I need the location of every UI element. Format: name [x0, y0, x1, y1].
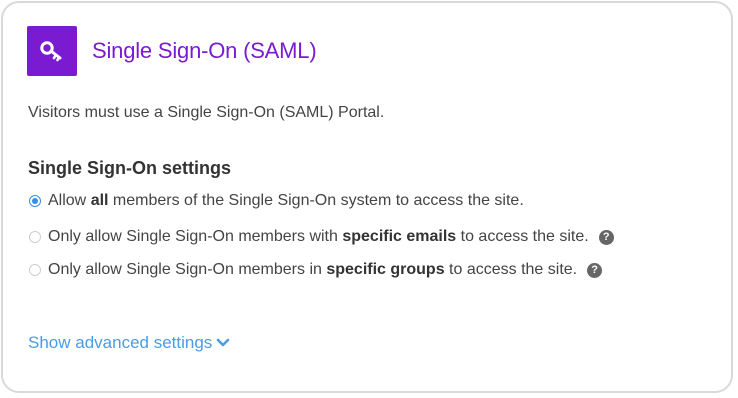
option-label: Only allow Single Sign-On members with s…	[48, 228, 589, 245]
show-advanced-settings-link[interactable]: Show advanced settings	[28, 333, 230, 353]
option-specific-emails[interactable]: Only allow Single Sign-On members with s…	[29, 228, 614, 246]
help-icon[interactable]: ?	[587, 262, 603, 278]
chevron-down-icon	[216, 338, 230, 348]
radio-specific-emails[interactable]	[29, 231, 41, 243]
sso-settings-card: Single Sign-On (SAML) Visitors must use …	[1, 1, 733, 393]
help-icon[interactable]: ?	[598, 229, 614, 245]
option-label: Allow all members of the Single Sign-On …	[48, 192, 524, 209]
radio-specific-groups[interactable]	[29, 264, 41, 276]
option-specific-groups[interactable]: Only allow Single Sign-On members in spe…	[29, 261, 603, 279]
settings-heading: Single Sign-On settings	[28, 158, 232, 178]
description-text: Visitors must use a Single Sign-On (SAML…	[28, 104, 385, 121]
radio-allow-all[interactable]	[29, 195, 41, 207]
option-allow-all[interactable]: Allow all members of the Single Sign-On …	[29, 192, 524, 210]
advanced-label: Show advanced settings	[28, 333, 213, 352]
key-icon	[40, 41, 62, 62]
option-label: Only allow Single Sign-On members in spe…	[48, 261, 578, 278]
card-header: Single Sign-On (SAML)	[27, 26, 317, 76]
key-icon-tile	[27, 26, 77, 76]
page-title: Single Sign-On (SAML)	[92, 38, 317, 63]
